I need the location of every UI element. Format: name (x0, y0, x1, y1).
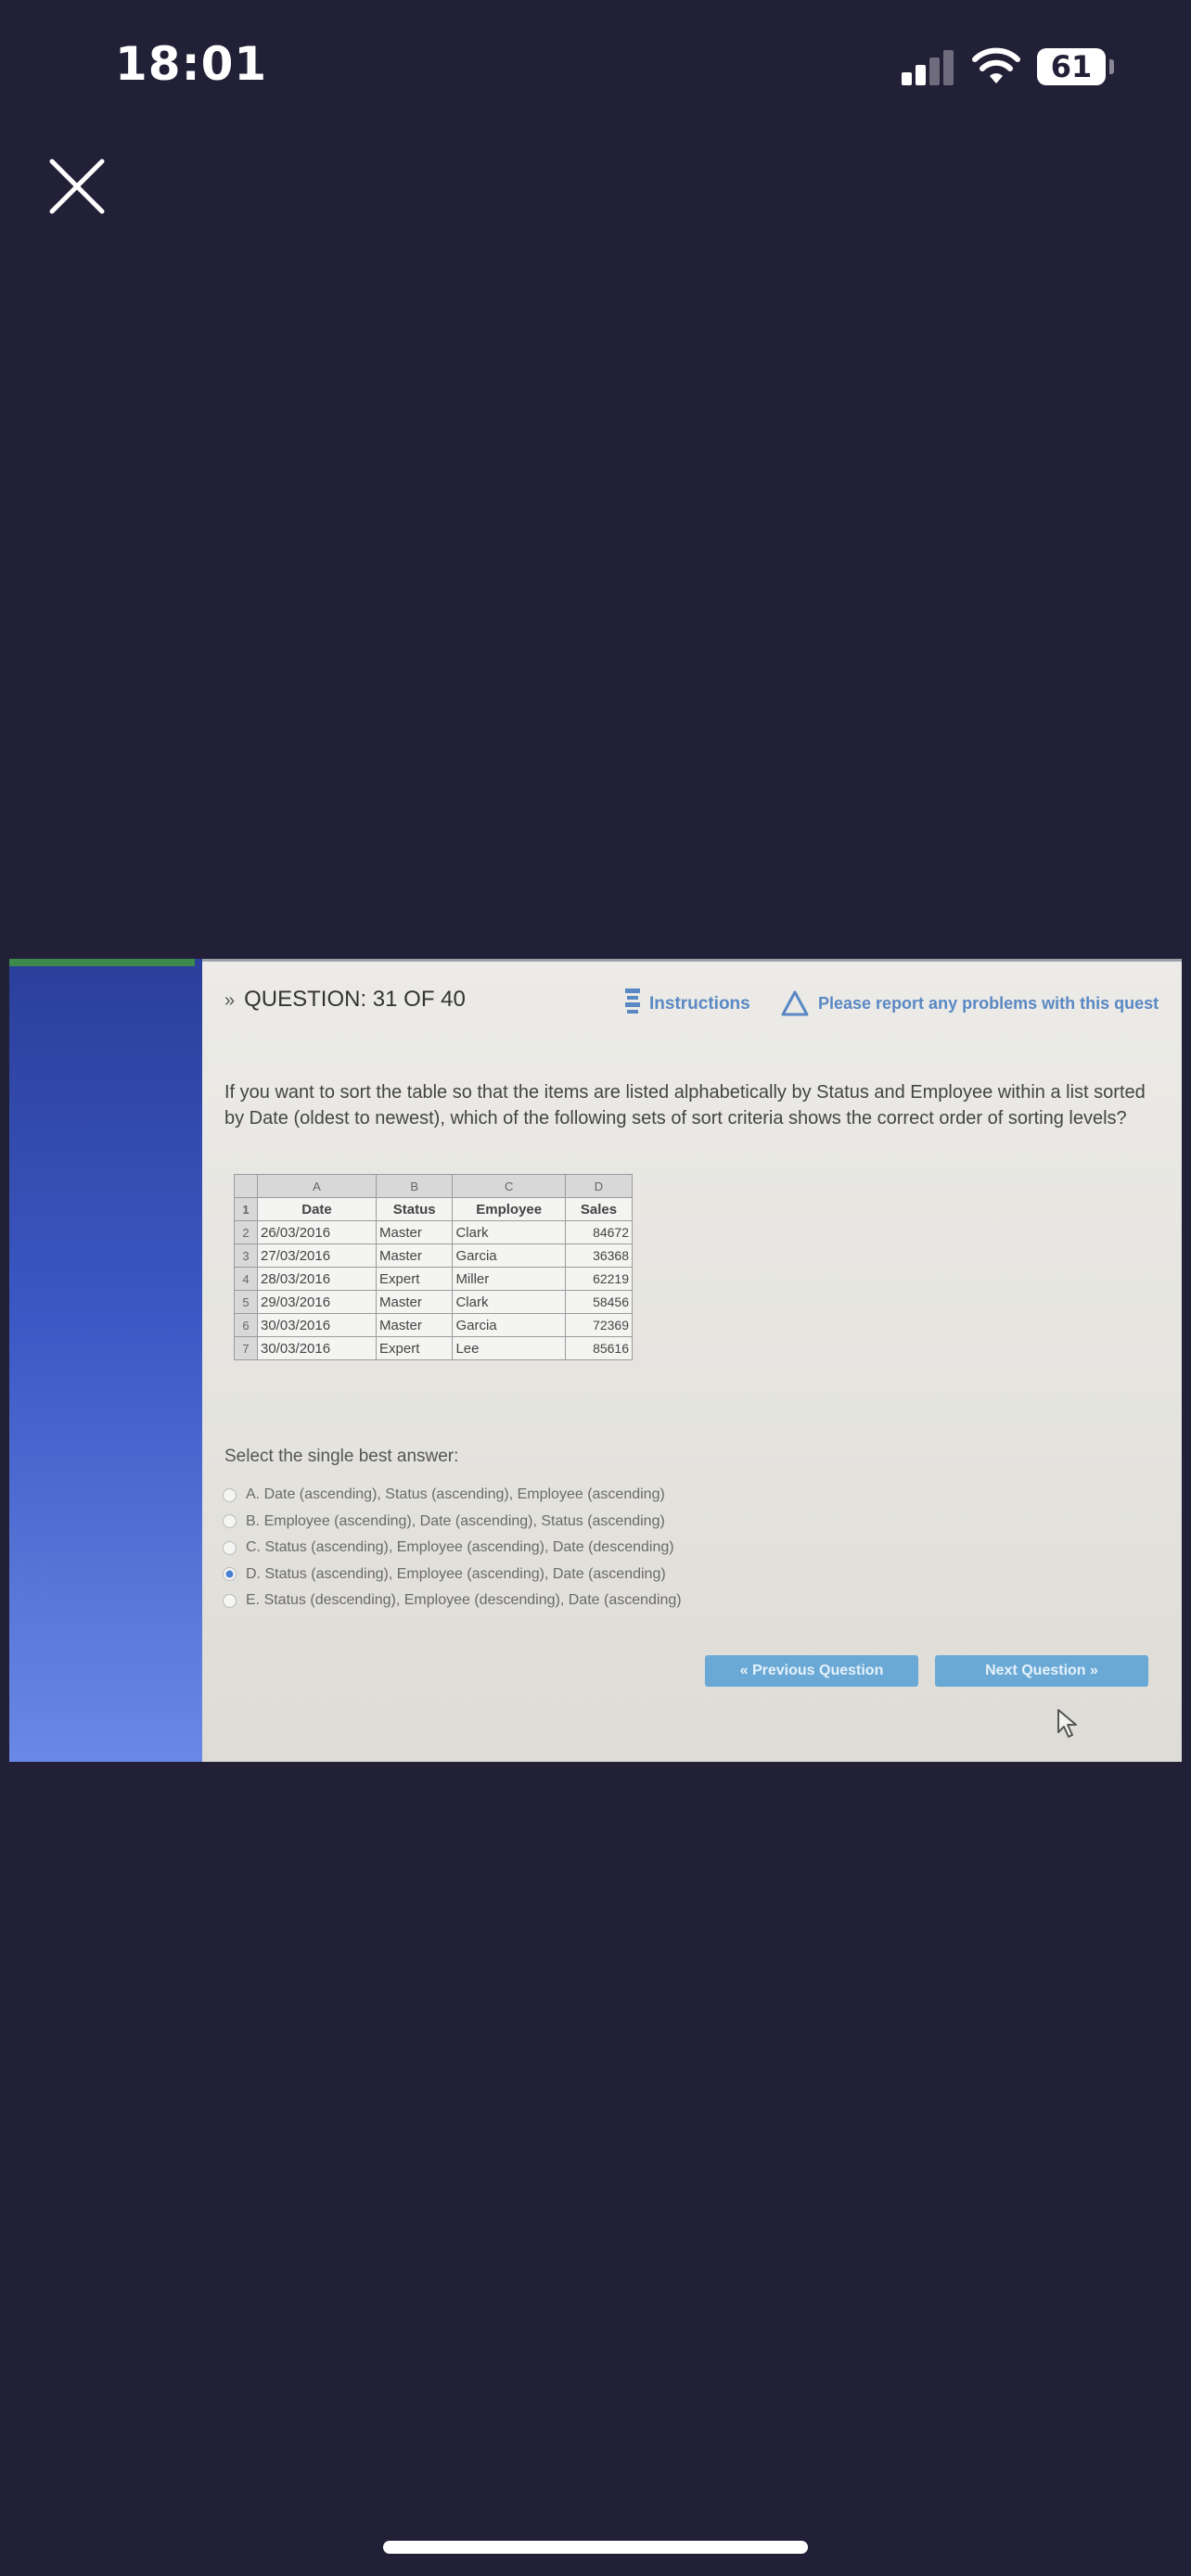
cell: 36368 (564, 1243, 634, 1268)
row-number: 6 (234, 1313, 258, 1337)
answer-options: A. Date (ascending), Status (ascending),… (223, 1482, 872, 1614)
header-cell: Date (256, 1197, 378, 1221)
spreadsheet-table: A B C D 1 Date Status Employee Sales 2 2… (234, 1174, 634, 1360)
radio-button[interactable] (223, 1487, 237, 1502)
cell: Miller (452, 1267, 566, 1291)
column-letter-row: A B C D (234, 1174, 634, 1198)
cell: Garcia (452, 1243, 566, 1268)
battery-tip (1109, 59, 1114, 74)
option-d[interactable]: D. Status (ascending), Employee (ascendi… (223, 1562, 872, 1588)
column-letter: A (256, 1174, 378, 1198)
cell: 85616 (564, 1336, 634, 1360)
green-strip (9, 959, 195, 966)
row-number: 4 (234, 1267, 258, 1291)
cell: Garcia (452, 1313, 566, 1337)
screenshot-viewer: 18:01 61 » QUESTION: 31 OF 40 Instructio… (0, 0, 1191, 2576)
wifi-icon (972, 47, 1020, 83)
home-indicator[interactable] (383, 2541, 808, 2554)
radio-button[interactable] (223, 1514, 237, 1529)
option-e[interactable]: E. Status (descending), Employee (descen… (223, 1588, 872, 1614)
next-question-button[interactable]: Next Question » (935, 1655, 1148, 1687)
table-row: 3 27/03/2016 Master Garcia 36368 (234, 1243, 634, 1268)
cell: 72369 (564, 1313, 634, 1337)
cell: Master (376, 1243, 454, 1268)
close-icon[interactable] (48, 158, 106, 215)
option-a[interactable]: A. Date (ascending), Status (ascending),… (223, 1482, 872, 1509)
radio-button[interactable] (223, 1593, 237, 1608)
table-row: 7 30/03/2016 Expert Lee 85616 (234, 1336, 634, 1360)
cell: Expert (376, 1336, 454, 1360)
cell: Master (376, 1290, 454, 1314)
status-time: 18:01 (115, 37, 268, 91)
cell: Expert (376, 1267, 454, 1291)
cell: 30/03/2016 (256, 1336, 378, 1360)
header-cell: Employee (452, 1197, 566, 1221)
table-row: 2 26/03/2016 Master Clark 84672 (234, 1220, 634, 1244)
cell: 58456 (564, 1290, 634, 1314)
exam-screen: » QUESTION: 31 OF 40 Instructions Please … (202, 959, 1182, 1762)
table-row: 4 28/03/2016 Expert Miller 62219 (234, 1267, 634, 1291)
instructions-link[interactable]: Instructions (649, 994, 750, 1014)
cell: 62219 (564, 1267, 634, 1291)
cell: 30/03/2016 (256, 1313, 378, 1337)
cell: Clark (452, 1290, 566, 1314)
option-label: A. Date (ascending), Status (ascending),… (246, 1486, 665, 1503)
photo-image: » QUESTION: 31 OF 40 Instructions Please … (9, 959, 1182, 1762)
table-row: 6 30/03/2016 Master Garcia 72369 (234, 1313, 634, 1337)
cellular-signal-icon (902, 50, 955, 85)
option-label: D. Status (ascending), Employee (ascendi… (246, 1565, 666, 1582)
question-header: » QUESTION: 31 OF 40 (224, 987, 466, 1013)
radio-button[interactable] (223, 1540, 237, 1555)
cell: Master (376, 1313, 454, 1337)
cell: Master (376, 1220, 454, 1244)
warning-icon[interactable] (781, 990, 809, 1016)
cell: Lee (452, 1336, 566, 1360)
row-number: 3 (234, 1243, 258, 1268)
table-row: 5 29/03/2016 Master Clark 58456 (234, 1290, 634, 1314)
report-problem-link[interactable]: Please report any problems with this que… (818, 994, 1159, 1014)
cell: 28/03/2016 (256, 1267, 378, 1291)
radio-button-selected[interactable] (223, 1567, 237, 1582)
cell: Clark (452, 1220, 566, 1244)
mouse-cursor-icon (1057, 1709, 1077, 1738)
header-cell: Status (376, 1197, 454, 1221)
option-b[interactable]: B. Employee (ascending), Date (ascending… (223, 1509, 872, 1536)
column-letter: C (452, 1174, 566, 1198)
header-cell: Sales (564, 1197, 634, 1221)
previous-question-button[interactable]: « Previous Question (705, 1655, 918, 1687)
screen-top-border (202, 959, 1182, 962)
column-letter: B (376, 1174, 454, 1198)
corner-cell (234, 1174, 258, 1198)
cell: 29/03/2016 (256, 1290, 378, 1314)
row-number: 7 (234, 1336, 258, 1360)
battery-indicator: 61 (1037, 48, 1106, 85)
option-label: B. Employee (ascending), Date (ascending… (246, 1512, 665, 1529)
question-text: If you want to sort the table so that th… (224, 1082, 1146, 1129)
option-label: C. Status (ascending), Employee (ascendi… (246, 1539, 674, 1556)
row-number: 1 (234, 1197, 258, 1221)
instructions-icon[interactable] (623, 987, 642, 1020)
row-number: 5 (234, 1290, 258, 1314)
row-number: 2 (234, 1220, 258, 1244)
column-letter: D (564, 1174, 634, 1198)
cell: 26/03/2016 (256, 1220, 378, 1244)
cell: 84672 (564, 1220, 634, 1244)
monitor-edge-area (9, 959, 202, 1762)
select-answer-label: Select the single best answer: (224, 1447, 459, 1466)
cell: 27/03/2016 (256, 1243, 378, 1268)
option-c[interactable]: C. Status (ascending), Employee (ascendi… (223, 1535, 872, 1562)
option-label: E. Status (descending), Employee (descen… (246, 1592, 682, 1609)
header-row: 1 Date Status Employee Sales (234, 1197, 634, 1221)
question-number: QUESTION: 31 OF 40 (244, 987, 466, 1012)
chevron-right-icon: » (224, 990, 236, 1011)
